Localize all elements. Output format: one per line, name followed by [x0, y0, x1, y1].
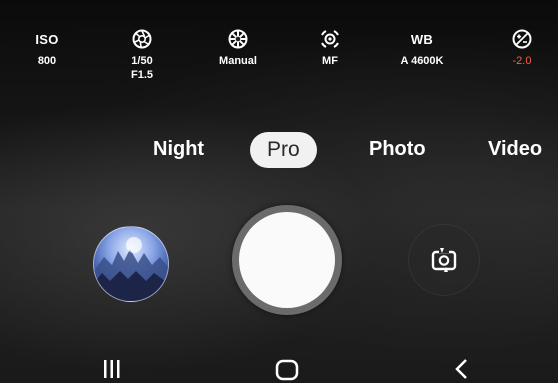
aperture-icon — [97, 28, 187, 50]
focus-mode-value: Manual — [219, 55, 257, 67]
gallery-preview-image — [94, 237, 168, 301]
mode-video[interactable]: Video — [488, 138, 542, 161]
focus-target-icon — [285, 28, 375, 50]
flip-camera-icon — [431, 248, 457, 272]
focus-setting[interactable]: MF — [285, 28, 375, 68]
shutter-core — [239, 212, 335, 308]
iso-setting[interactable]: ISO 800 — [2, 28, 92, 68]
home-icon — [275, 359, 299, 381]
flip-camera-button[interactable] — [408, 224, 480, 296]
exposure-value: -2.0 — [512, 55, 532, 67]
focus-value: MF — [322, 55, 338, 67]
iso-value: 800 — [37, 55, 57, 67]
back-button[interactable] — [452, 357, 472, 381]
gallery-thumbnail[interactable] — [93, 226, 169, 302]
exposure-icon — [477, 28, 558, 50]
camera-viewfinder[interactable]: ISO 800 1/50 F1.5 Manual MF WB A 4600K -… — [0, 0, 558, 383]
white-balance-setting[interactable]: WB A 4600K — [377, 28, 467, 68]
aperture-value: F1.5 — [130, 69, 153, 81]
pro-settings-bar: ISO 800 1/50 F1.5 Manual MF WB A 4600K -… — [0, 0, 558, 110]
mode-night[interactable]: Night — [153, 138, 204, 161]
back-icon — [455, 359, 467, 379]
recent-apps-button[interactable] — [100, 357, 124, 379]
white-balance-label: WB — [410, 31, 434, 47]
exposure-setting[interactable]: -2.0 — [477, 28, 558, 68]
shutter-speed-value: 1/50 — [131, 55, 153, 67]
home-button[interactable] — [274, 357, 300, 381]
mode-pro[interactable]: Pro — [250, 132, 317, 168]
focus-wheel-icon — [193, 28, 283, 50]
mode-selector: Night Pro Photo Video — [0, 132, 558, 172]
mode-photo[interactable]: Photo — [369, 138, 426, 161]
shutter-button[interactable] — [232, 205, 342, 315]
focus-mode-setting[interactable]: Manual — [193, 28, 283, 68]
white-balance-value: A 4600K — [400, 55, 444, 67]
recent-apps-icon — [104, 360, 120, 378]
shutter-speed-setting[interactable]: 1/50 F1.5 — [97, 28, 187, 82]
navigation-bar — [0, 345, 558, 383]
iso-label: ISO — [35, 31, 59, 47]
